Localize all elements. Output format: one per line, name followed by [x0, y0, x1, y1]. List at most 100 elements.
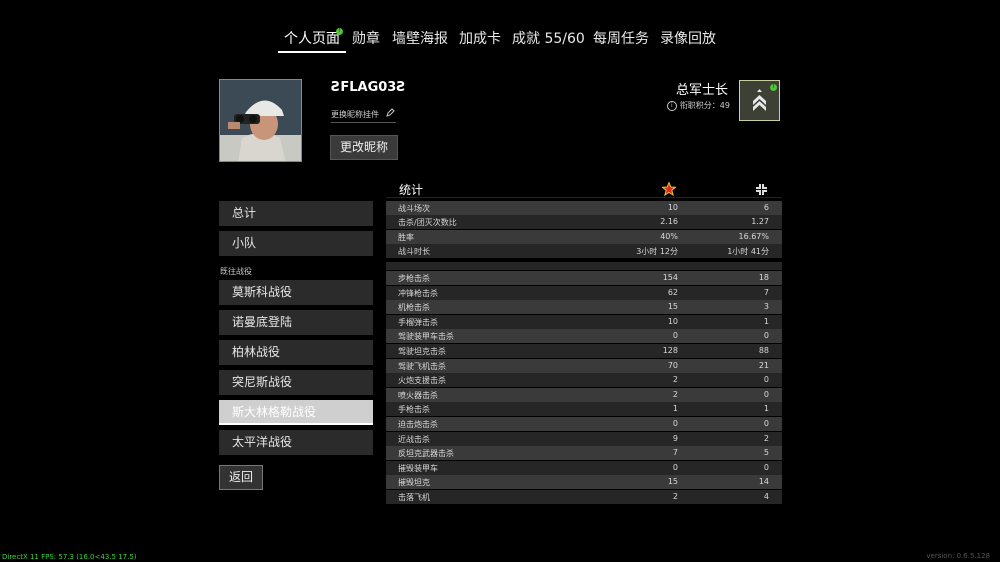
- stat-row: 迫击炮击杀 0 0: [386, 417, 782, 431]
- nickname-decoration-label: 更换昵称挂件: [331, 110, 379, 119]
- stat-label: 火炮支援击杀: [398, 376, 446, 385]
- rank-points-text: 衔职积分：49: [679, 101, 730, 110]
- stat-value-solo: 70: [667, 361, 678, 370]
- stat-label: 战斗时长: [398, 247, 430, 256]
- tab-boosters[interactable]: 加成卡: [459, 28, 501, 52]
- stat-value-squad: 7: [763, 288, 769, 297]
- stat-value-solo: 2: [672, 375, 678, 384]
- rank-badge[interactable]: !: [739, 80, 780, 121]
- stat-value-squad: 21: [758, 361, 769, 370]
- stat-value-squad: 88: [758, 346, 769, 355]
- stat-label: 摧毁装甲车: [398, 464, 438, 473]
- stat-label: 驾驶坦克击杀: [398, 347, 446, 356]
- stat-row: 喷火器击杀 2 0: [386, 388, 782, 402]
- stat-label: 手榴弹击杀: [398, 318, 438, 327]
- stat-value-squad: 3: [763, 302, 769, 311]
- stat-label: 反坦克武器击杀: [398, 449, 454, 458]
- stat-label: 胜率: [398, 233, 414, 242]
- notification-dot: !: [336, 28, 343, 35]
- pencil-icon: [385, 108, 395, 119]
- stat-row: 手榴弹击杀 10 1: [386, 315, 782, 329]
- stat-value-solo: 9: [672, 434, 678, 443]
- stat-label: 驾驶飞机击杀: [398, 362, 446, 371]
- rank-notification-dot: !: [770, 84, 777, 91]
- stat-value-solo: 15: [667, 302, 678, 311]
- info-icon[interactable]: i: [666, 100, 677, 111]
- stat-value-solo: 10: [667, 317, 678, 326]
- stat-value-squad: 18: [758, 273, 769, 282]
- stat-value-solo: 0: [672, 463, 678, 472]
- stat-label: 近战击杀: [398, 435, 430, 444]
- stat-value-solo: 2: [672, 390, 678, 399]
- stat-row: 击落飞机 2 4: [386, 490, 782, 504]
- stat-value-solo: 3小时 12分: [636, 247, 678, 256]
- fps-counter: DirectX 11 FPS: 57.3 (16.0<43.5 17.5): [2, 553, 137, 561]
- stat-value-squad: 5: [763, 448, 769, 457]
- stat-value-squad: 1: [763, 404, 769, 413]
- soldier-portrait-icon: [220, 80, 301, 161]
- active-tab-underline: [278, 51, 346, 53]
- stat-value-squad: 1: [763, 317, 769, 326]
- sidebar-item-moscow[interactable]: 莫斯科战役: [219, 280, 373, 305]
- sidebar-item-total[interactable]: 总计: [219, 201, 373, 226]
- stat-row: 驾驶装甲车击杀 0 0: [386, 329, 782, 343]
- avatar[interactable]: [219, 79, 302, 162]
- stat-label: 步枪击杀: [398, 274, 430, 283]
- stat-row: 摧毁装甲车 0 0: [386, 461, 782, 475]
- stat-value-squad: 14: [758, 477, 769, 486]
- stat-value-solo: 10: [667, 203, 678, 212]
- stat-row: 胜率 40% 16.67%: [386, 230, 782, 244]
- sidebar-item-pacific[interactable]: 太平洋战役: [219, 430, 373, 455]
- nickname-decoration-link[interactable]: 更换昵称挂件: [331, 108, 395, 120]
- tab-weekly-tasks[interactable]: 每周任务: [593, 28, 649, 52]
- sidebar-item-normandy[interactable]: 诺曼底登陆: [219, 310, 373, 335]
- tab-profile[interactable]: 个人页面: [284, 28, 340, 52]
- stat-value-solo: 0: [672, 419, 678, 428]
- stat-row: 步枪击杀 154 18: [386, 271, 782, 285]
- top-nav: 个人页面 ! 勋章 墙壁海报 加成卡 成就 55/60 每周任务 录像回放: [0, 28, 1000, 56]
- stat-value-solo: 2.16: [660, 217, 678, 226]
- rank-title: 总军士长: [675, 83, 728, 98]
- sidebar-item-stalingrad[interactable]: 斯大林格勒战役: [219, 400, 373, 425]
- stat-value-solo: 128: [662, 346, 678, 355]
- sidebar-item-squad[interactable]: 小队: [219, 231, 373, 256]
- stat-value-solo: 2: [672, 492, 678, 501]
- tab-medals[interactable]: 勋章: [352, 28, 380, 52]
- stat-value-squad: 6: [763, 203, 769, 212]
- stat-row: 驾驶飞机击杀 70 21: [386, 359, 782, 373]
- stat-row: 冲锋枪击杀 62 7: [386, 286, 782, 300]
- stat-label: 击杀/团灭次数比: [398, 218, 457, 227]
- stat-label: 喷火器击杀: [398, 391, 438, 400]
- tab-wall-posters[interactable]: 墙壁海报: [392, 28, 448, 52]
- stats-title: 统计: [399, 183, 424, 197]
- stat-value-squad: 0: [763, 331, 769, 340]
- stat-value-squad: 0: [763, 390, 769, 399]
- stat-value-squad: 0: [763, 375, 769, 384]
- version-label: version: 0.6.5.128: [926, 552, 990, 560]
- stat-value-solo: 1: [672, 404, 678, 413]
- stat-label: 战斗场次: [398, 204, 430, 213]
- back-button[interactable]: 返回: [219, 465, 263, 490]
- rename-button[interactable]: 更改昵称: [330, 135, 398, 160]
- stat-label: 击落飞机: [398, 493, 430, 502]
- stat-row: 火炮支援击杀 2 0: [386, 373, 782, 387]
- stat-value-solo: 40%: [660, 232, 678, 241]
- stat-row: 摧毁坦克 15 14: [386, 475, 782, 489]
- stat-value-solo: 154: [662, 273, 678, 282]
- stat-value-solo: 62: [667, 288, 678, 297]
- stat-value-squad: 0: [763, 463, 769, 472]
- sidebar-item-tunisia[interactable]: 突尼斯战役: [219, 370, 373, 395]
- past-campaigns-label: 既往战役: [220, 267, 252, 276]
- stat-label: 迫击炮击杀: [398, 420, 438, 429]
- stat-value-squad: 2: [763, 434, 769, 443]
- sidebar-item-berlin[interactable]: 柏林战役: [219, 340, 373, 365]
- stat-label: 摧毁坦克: [398, 478, 430, 487]
- tab-replays[interactable]: 录像回放: [660, 28, 716, 52]
- stat-value-squad: 16.67%: [738, 232, 769, 241]
- rank-points: i 衔职积分：49: [666, 100, 730, 111]
- stat-row: 战斗场次 10 6: [386, 201, 782, 215]
- stat-row: 机枪击杀 15 3: [386, 300, 782, 314]
- stat-row: 反坦克武器击杀 7 5: [386, 446, 782, 460]
- tab-achievements[interactable]: 成就 55/60: [512, 28, 585, 52]
- nickname-underline: [331, 122, 396, 123]
